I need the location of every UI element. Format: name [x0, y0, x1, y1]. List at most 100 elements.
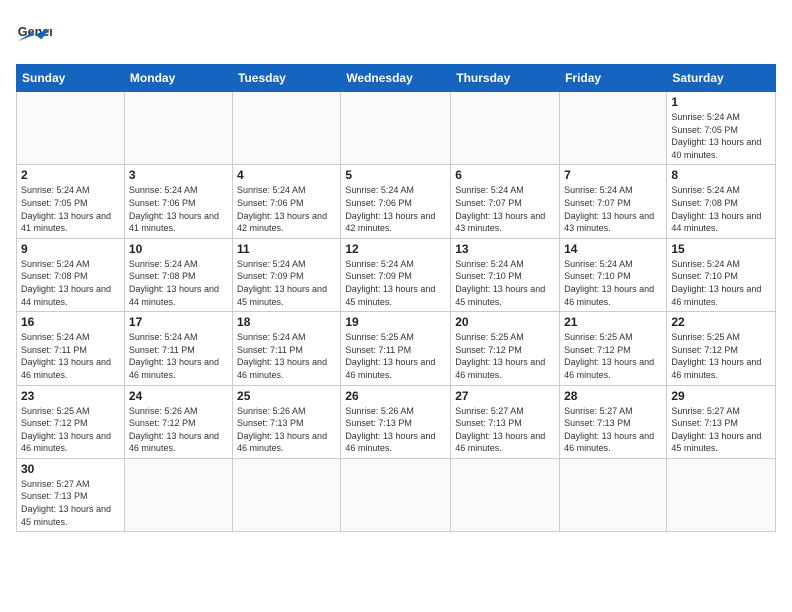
week-row-3: 16 Sunrise: 5:24 AMSunset: 7:11 PMDayligh… — [17, 312, 776, 385]
day-info: Sunrise: 5:24 AMSunset: 7:11 PMDaylight:… — [237, 331, 336, 381]
day-info: Sunrise: 5:24 AMSunset: 7:11 PMDaylight:… — [21, 331, 120, 381]
day-number: 30 — [21, 462, 120, 476]
calendar-cell: 30 Sunrise: 5:27 AMSunset: 7:13 PMDayligh… — [17, 458, 125, 531]
calendar-cell: 11 Sunrise: 5:24 AMSunset: 7:09 PMDayligh… — [233, 238, 341, 311]
calendar-cell: 4 Sunrise: 5:24 AMSunset: 7:06 PMDaylight… — [233, 165, 341, 238]
day-info: Sunrise: 5:26 AMSunset: 7:13 PMDaylight:… — [237, 405, 336, 455]
calendar-cell: 16 Sunrise: 5:24 AMSunset: 7:11 PMDayligh… — [17, 312, 125, 385]
day-number: 13 — [455, 242, 555, 256]
calendar-table: SundayMondayTuesdayWednesdayThursdayFrid… — [16, 64, 776, 532]
page-header: General — [16, 16, 776, 52]
calendar-cell — [124, 458, 232, 531]
calendar-cell — [341, 92, 451, 165]
calendar-cell: 21 Sunrise: 5:25 AMSunset: 7:12 PMDayligh… — [560, 312, 667, 385]
day-number: 17 — [129, 315, 228, 329]
day-number: 8 — [671, 168, 771, 182]
week-row-1: 2 Sunrise: 5:24 AMSunset: 7:05 PMDaylight… — [17, 165, 776, 238]
weekday-header-tuesday: Tuesday — [233, 65, 341, 92]
day-number: 16 — [21, 315, 120, 329]
calendar-cell: 6Sunrise: 5:24 AMSunset: 7:07 PMDaylight… — [451, 165, 560, 238]
day-number: 18 — [237, 315, 336, 329]
day-info: Sunrise: 5:26 AMSunset: 7:12 PMDaylight:… — [129, 405, 228, 455]
day-info: Sunrise: 5:25 AMSunset: 7:12 PMDaylight:… — [455, 331, 555, 381]
day-info: Sunrise: 5:27 AMSunset: 7:13 PMDaylight:… — [21, 478, 120, 528]
calendar-cell: 3 Sunrise: 5:24 AMSunset: 7:06 PMDaylight… — [124, 165, 232, 238]
calendar-cell: 2 Sunrise: 5:24 AMSunset: 7:05 PMDaylight… — [17, 165, 125, 238]
calendar-cell: 5 Sunrise: 5:24 AMSunset: 7:06 PMDaylight… — [341, 165, 451, 238]
calendar-cell — [233, 92, 341, 165]
calendar-cell: 15Sunrise: 5:24 AMSunset: 7:10 PMDayligh… — [667, 238, 776, 311]
calendar-cell: 7Sunrise: 5:24 AMSunset: 7:07 PMDaylight… — [560, 165, 667, 238]
week-row-2: 9Sunrise: 5:24 AMSunset: 7:08 PMDaylight… — [17, 238, 776, 311]
week-row-4: 23Sunrise: 5:25 AMSunset: 7:12 PMDayligh… — [17, 385, 776, 458]
day-number: 19 — [345, 315, 446, 329]
day-info: Sunrise: 5:24 AMSunset: 7:10 PMDaylight:… — [564, 258, 662, 308]
weekday-header-friday: Friday — [560, 65, 667, 92]
day-number: 24 — [129, 389, 228, 403]
day-info: Sunrise: 5:26 AMSunset: 7:13 PMDaylight:… — [345, 405, 446, 455]
day-number: 11 — [237, 242, 336, 256]
day-number: 20 — [455, 315, 555, 329]
calendar-cell: 23Sunrise: 5:25 AMSunset: 7:12 PMDayligh… — [17, 385, 125, 458]
logo: General — [16, 16, 56, 52]
calendar-cell: 8 Sunrise: 5:24 AMSunset: 7:08 PMDaylight… — [667, 165, 776, 238]
day-info: Sunrise: 5:27 AMSunset: 7:13 PMDaylight:… — [564, 405, 662, 455]
day-number: 2 — [21, 168, 120, 182]
calendar-cell: 17 Sunrise: 5:24 AMSunset: 7:11 PMDayligh… — [124, 312, 232, 385]
day-number: 26 — [345, 389, 446, 403]
calendar-cell — [451, 92, 560, 165]
day-info: Sunrise: 5:25 AMSunset: 7:12 PMDaylight:… — [564, 331, 662, 381]
day-number: 21 — [564, 315, 662, 329]
day-info: Sunrise: 5:24 AMSunset: 7:09 PMDaylight:… — [237, 258, 336, 308]
calendar-cell — [17, 92, 125, 165]
day-number: 5 — [345, 168, 446, 182]
logo-icon: General — [16, 16, 52, 52]
day-info: Sunrise: 5:24 AMSunset: 7:05 PMDaylight:… — [671, 111, 771, 161]
day-info: Sunrise: 5:24 AMSunset: 7:08 PMDaylight:… — [671, 184, 771, 234]
day-number: 4 — [237, 168, 336, 182]
day-info: Sunrise: 5:25 AMSunset: 7:11 PMDaylight:… — [345, 331, 446, 381]
day-number: 22 — [671, 315, 771, 329]
calendar-cell: 27 Sunrise: 5:27 AMSunset: 7:13 PMDayligh… — [451, 385, 560, 458]
day-number: 1 — [671, 95, 771, 109]
calendar-cell: 29Sunrise: 5:27 AMSunset: 7:13 PMDayligh… — [667, 385, 776, 458]
day-info: Sunrise: 5:24 AMSunset: 7:06 PMDaylight:… — [345, 184, 446, 234]
day-number: 10 — [129, 242, 228, 256]
calendar-cell — [560, 458, 667, 531]
day-info: Sunrise: 5:24 AMSunset: 7:09 PMDaylight:… — [345, 258, 446, 308]
calendar-cell — [451, 458, 560, 531]
calendar-cell: 18 Sunrise: 5:24 AMSunset: 7:11 PMDayligh… — [233, 312, 341, 385]
calendar-cell: 28 Sunrise: 5:27 AMSunset: 7:13 PMDayligh… — [560, 385, 667, 458]
day-info: Sunrise: 5:24 AMSunset: 7:10 PMDaylight:… — [455, 258, 555, 308]
day-info: Sunrise: 5:24 AMSunset: 7:11 PMDaylight:… — [129, 331, 228, 381]
weekday-header-sunday: Sunday — [17, 65, 125, 92]
weekday-header-saturday: Saturday — [667, 65, 776, 92]
weekday-header-monday: Monday — [124, 65, 232, 92]
calendar-cell: 13 Sunrise: 5:24 AMSunset: 7:10 PMDayligh… — [451, 238, 560, 311]
calendar-cell: 22Sunrise: 5:25 AMSunset: 7:12 PMDayligh… — [667, 312, 776, 385]
week-row-0: 1 Sunrise: 5:24 AMSunset: 7:05 PMDaylight… — [17, 92, 776, 165]
calendar-cell: 14 Sunrise: 5:24 AMSunset: 7:10 PMDayligh… — [560, 238, 667, 311]
day-info: Sunrise: 5:24 AMSunset: 7:05 PMDaylight:… — [21, 184, 120, 234]
day-info: Sunrise: 5:27 AMSunset: 7:13 PMDaylight:… — [455, 405, 555, 455]
weekday-header-row: SundayMondayTuesdayWednesdayThursdayFrid… — [17, 65, 776, 92]
calendar-cell: 19 Sunrise: 5:25 AMSunset: 7:11 PMDayligh… — [341, 312, 451, 385]
day-info: Sunrise: 5:24 AMSunset: 7:10 PMDaylight:… — [671, 258, 771, 308]
day-number: 14 — [564, 242, 662, 256]
calendar-cell — [341, 458, 451, 531]
day-number: 3 — [129, 168, 228, 182]
weekday-header-thursday: Thursday — [451, 65, 560, 92]
calendar-body: 1 Sunrise: 5:24 AMSunset: 7:05 PMDaylight… — [17, 92, 776, 532]
calendar-cell: 1 Sunrise: 5:24 AMSunset: 7:05 PMDaylight… — [667, 92, 776, 165]
day-number: 25 — [237, 389, 336, 403]
day-number: 27 — [455, 389, 555, 403]
day-info: Sunrise: 5:24 AMSunset: 7:06 PMDaylight:… — [129, 184, 228, 234]
day-info: Sunrise: 5:24 AMSunset: 7:06 PMDaylight:… — [237, 184, 336, 234]
calendar-cell — [560, 92, 667, 165]
calendar-cell — [667, 458, 776, 531]
day-number: 7 — [564, 168, 662, 182]
day-info: Sunrise: 5:24 AMSunset: 7:08 PMDaylight:… — [21, 258, 120, 308]
day-number: 6 — [455, 168, 555, 182]
day-number: 28 — [564, 389, 662, 403]
calendar-cell — [124, 92, 232, 165]
